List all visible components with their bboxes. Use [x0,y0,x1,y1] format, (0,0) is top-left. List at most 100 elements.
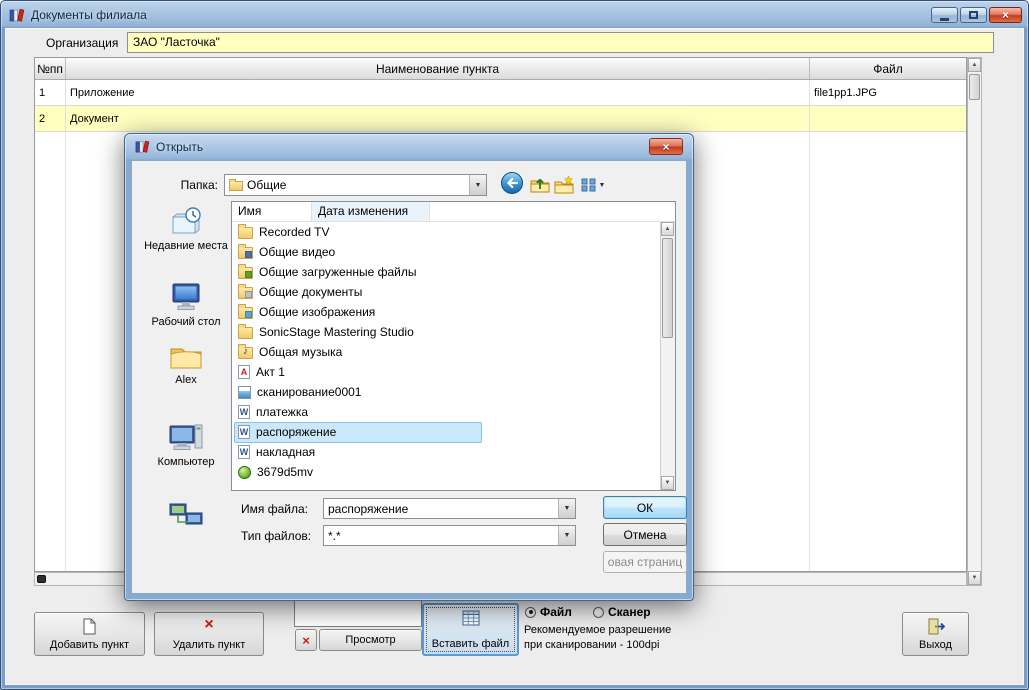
source-file-radio[interactable]: Файл [525,605,572,619]
vertical-scrollbar[interactable] [967,57,982,586]
cell-num: 2 [35,106,66,131]
add-item-button[interactable]: Добавить пункт [34,612,145,656]
file-item-selected[interactable]: распоряжение [232,422,675,442]
place-computer[interactable]: Компьютер [140,421,232,469]
folder-combobox[interactable]: Общие [224,174,487,196]
folder-pictures-icon [238,307,253,319]
new-page-button-disabled: овая страниц [603,551,687,573]
list-column-name[interactable]: Имя [232,202,312,221]
close-button[interactable]: × [989,7,1022,23]
scroll-up-button[interactable] [968,58,981,72]
file-list-header: Имя Дата изменения [232,202,675,222]
cancel-button[interactable]: Отмена [603,523,687,546]
list-column-date[interactable]: Дата изменения [312,202,430,221]
column-header-file: Файл [810,58,966,79]
file-item[interactable]: Общие документы [232,282,675,302]
file-item-label: Общие изображения [259,305,375,319]
dialog-app-icon [135,139,150,154]
ok-button[interactable]: ОК [603,496,687,519]
table-row-selected[interactable]: 2 Документ [35,106,966,132]
chevron-down-icon[interactable] [469,175,486,195]
filename-label: Имя файла: [241,502,308,516]
chevron-down-icon[interactable] [558,526,575,545]
views-button[interactable]: ▼ [578,175,608,195]
folder-video-icon [238,247,253,259]
file-item[interactable]: 3679d5mv [232,462,675,482]
chevron-down-icon[interactable] [558,499,575,518]
file-item[interactable]: платежка [232,402,675,422]
file-item-label: Общие документы [259,285,362,299]
column-header-name: Наименование пункта [66,58,810,79]
place-label: Недавние места [144,240,228,253]
file-item-label: сканирование0001 [257,385,361,399]
place-network[interactable] [140,501,232,534]
filename-combobox[interactable]: распоряжение [323,498,576,519]
recent-places-icon [169,205,203,237]
list-scroll-up-button[interactable] [661,222,674,236]
dialog-close-button[interactable]: × [649,138,683,155]
place-user-alex[interactable]: Alex [140,341,232,387]
preview-input[interactable] [294,600,422,627]
file-item[interactable]: Общие видео [232,242,675,262]
table-row[interactable]: 1 Приложение file1pp1.JPG [35,80,966,106]
folder-downloads-icon [238,267,253,279]
list-scroll-down-button[interactable] [661,476,674,490]
user-folder-icon [169,341,203,371]
clear-x-icon: × [302,633,310,648]
table-grid-icon [462,610,480,626]
window-controls: × [931,7,1022,23]
minimize-icon [940,18,949,21]
place-recent[interactable]: Недавние места [140,205,232,253]
filetype-combobox[interactable]: *.* [323,525,576,546]
v-scrollbar-thumb[interactable] [969,74,980,100]
file-item[interactable]: накладная [232,442,675,462]
dialog-titlebar: Открыть [135,139,203,154]
folder-music-icon [238,347,253,359]
file-item-label: Акт 1 [256,365,285,379]
organization-label: Организация [46,36,118,50]
list-scrollbar-thumb[interactable] [662,238,673,338]
up-folder-button[interactable] [530,175,550,195]
delete-x-icon: × [204,618,213,632]
add-item-label: Добавить пункт [50,639,129,651]
preview-label: Просмотр [345,634,395,646]
source-scanner-radio[interactable]: Сканер [593,605,651,619]
close-icon: × [1002,8,1009,22]
place-desktop[interactable]: Рабочий стол [140,281,232,329]
insert-file-button[interactable]: Вставить файл [422,603,519,656]
open-file-dialog: Открыть × Папка: Общие [124,133,694,601]
maximize-button[interactable] [960,7,987,23]
file-item[interactable]: Recorded TV [232,222,675,242]
scroll-down-button[interactable] [968,571,981,585]
file-item[interactable]: сканирование0001 [232,382,675,402]
list-scrollbar[interactable] [660,222,675,490]
h-scrollbar-thumb[interactable] [37,575,46,583]
new-folder-button[interactable] [554,175,574,195]
file-item[interactable]: Акт 1 [232,362,675,382]
minimize-button[interactable] [931,7,958,23]
table-header: №пп Наименование пункта Файл [35,58,966,80]
file-item[interactable]: Общие загруженные файлы [232,262,675,282]
preview-button[interactable]: Просмотр [319,629,422,651]
cell-num: 1 [35,80,66,105]
cell-file [810,106,966,131]
cell-name: Документ [66,106,810,131]
cancel-label: Отмена [623,528,666,542]
radio-unselected-icon [593,607,604,618]
media-file-icon [238,466,251,479]
file-item[interactable]: Общая музыка [232,342,675,362]
dialog-title: Открыть [156,140,203,154]
folder-combobox-value: Общие [247,178,286,192]
insert-file-label: Вставить файл [432,638,509,650]
radio-file-label: Файл [540,605,572,619]
maximize-icon [969,11,978,19]
file-item[interactable]: Общие изображения [232,302,675,322]
delete-item-button[interactable]: × Удалить пункт [154,612,264,656]
exit-button[interactable]: Выход [902,612,969,656]
back-button[interactable] [500,171,524,195]
clear-preview-button[interactable]: × [295,629,317,651]
radio-selected-icon [525,607,536,618]
file-item[interactable]: SonicStage Mastering Studio [232,322,675,342]
new-page-label: овая страниц [608,555,682,569]
organization-field[interactable]: ЗАО "Ласточка" [127,32,994,53]
